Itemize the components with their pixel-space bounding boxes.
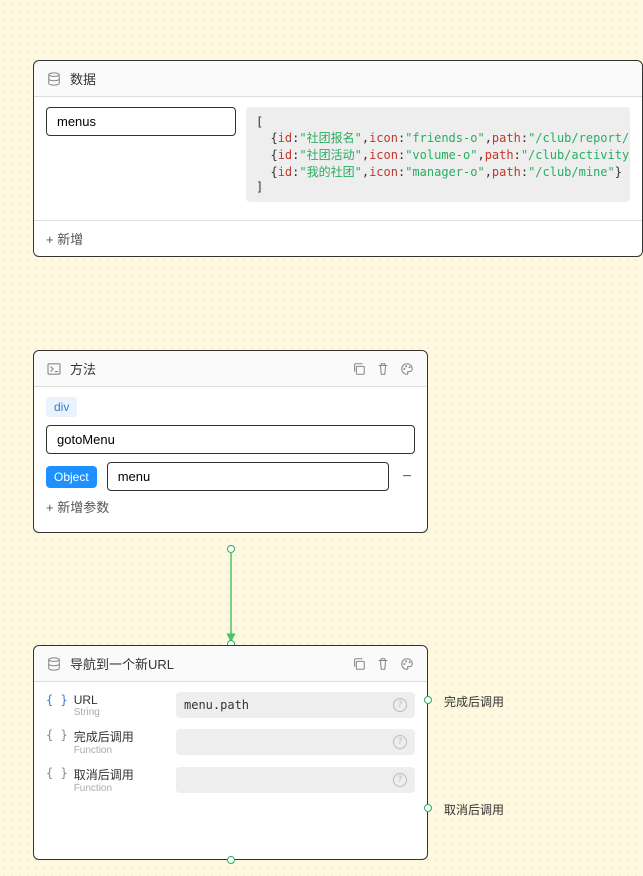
navigate-panel-header: 导航到一个新URL [34,646,427,682]
info-icon[interactable]: ? [393,698,407,712]
braces-icon: { } [46,728,68,742]
prop-label: { } 完成后调用Function [46,728,166,756]
method-panel-body: div Object − + 新增参数 [34,387,427,532]
prop-value-input[interactable]: ? [176,767,415,793]
prop-row: { } 完成后调用Function? [46,728,415,756]
data-panel-title: 数据 [70,69,630,88]
copy-icon[interactable] [351,656,367,672]
database-icon [46,71,62,87]
port-dot-done[interactable] [424,696,432,704]
out-port-dot[interactable] [227,545,235,553]
add-param-button[interactable]: + 新增参数 [46,491,415,522]
method-panel-title: 方法 [70,359,343,378]
prop-name: 取消后调用 [74,766,134,783]
data-panel-body: [ {id:"社团报名",icon:"friends-o",path:"/clu… [34,97,642,220]
data-panel: 数据 [ {id:"社团报名",icon:"friends-o",path:"/… [33,60,643,257]
out-port-dot-bottom[interactable] [227,856,235,864]
method-panel: 方法 div Object − + 新增参数 [33,350,428,533]
scope-tag[interactable]: div [46,397,77,417]
param-type-pill[interactable]: Object [46,466,97,488]
navigate-panel-title: 导航到一个新URL [70,654,343,673]
trash-icon[interactable] [375,361,391,377]
palette-icon[interactable] [399,656,415,672]
prop-row: { } 取消后调用Function? [46,766,415,794]
prop-name: 完成后调用 [74,728,134,745]
prop-value-input[interactable]: ? [176,729,415,755]
trash-icon[interactable] [375,656,391,672]
prop-name: URL [74,693,100,707]
function-icon [46,361,62,377]
prop-value-input[interactable]: menu.path? [176,692,415,718]
info-icon[interactable]: ? [393,735,407,749]
method-panel-header: 方法 [34,351,427,387]
variable-name-input[interactable] [46,107,236,136]
method-name-input[interactable] [46,425,415,454]
info-icon[interactable]: ? [393,773,407,787]
remove-param-button[interactable]: − [399,469,415,485]
connector-line [225,552,237,647]
port-label-done: 完成后调用 [444,693,504,710]
braces-icon: { } [46,693,68,707]
prop-type: Function [74,745,134,756]
port-label-cancel: 取消后调用 [444,801,504,818]
copy-icon[interactable] [351,361,367,377]
data-panel-header: 数据 [34,61,642,97]
prop-label: { } URLString [46,693,166,718]
port-dot-cancel[interactable] [424,804,432,812]
palette-icon[interactable] [399,361,415,377]
prop-type: Function [74,783,134,794]
database-icon [46,656,62,672]
prop-type: String [74,707,100,718]
navigate-panel-body: { }URLStringmenu.path?{ }完成后调用Function?{… [34,682,427,814]
add-data-button[interactable]: + 新增 [34,220,642,256]
braces-icon: { } [46,766,68,780]
prop-label: { } 取消后调用Function [46,766,166,794]
prop-row: { } URLString menu.path? [46,692,415,718]
code-preview: [ {id:"社团报名",icon:"friends-o",path:"/clu… [246,107,630,202]
navigate-panel: 导航到一个新URL { } URLString menu.path? { } 完成后调用… [33,645,428,860]
param-name-input[interactable] [107,462,389,491]
